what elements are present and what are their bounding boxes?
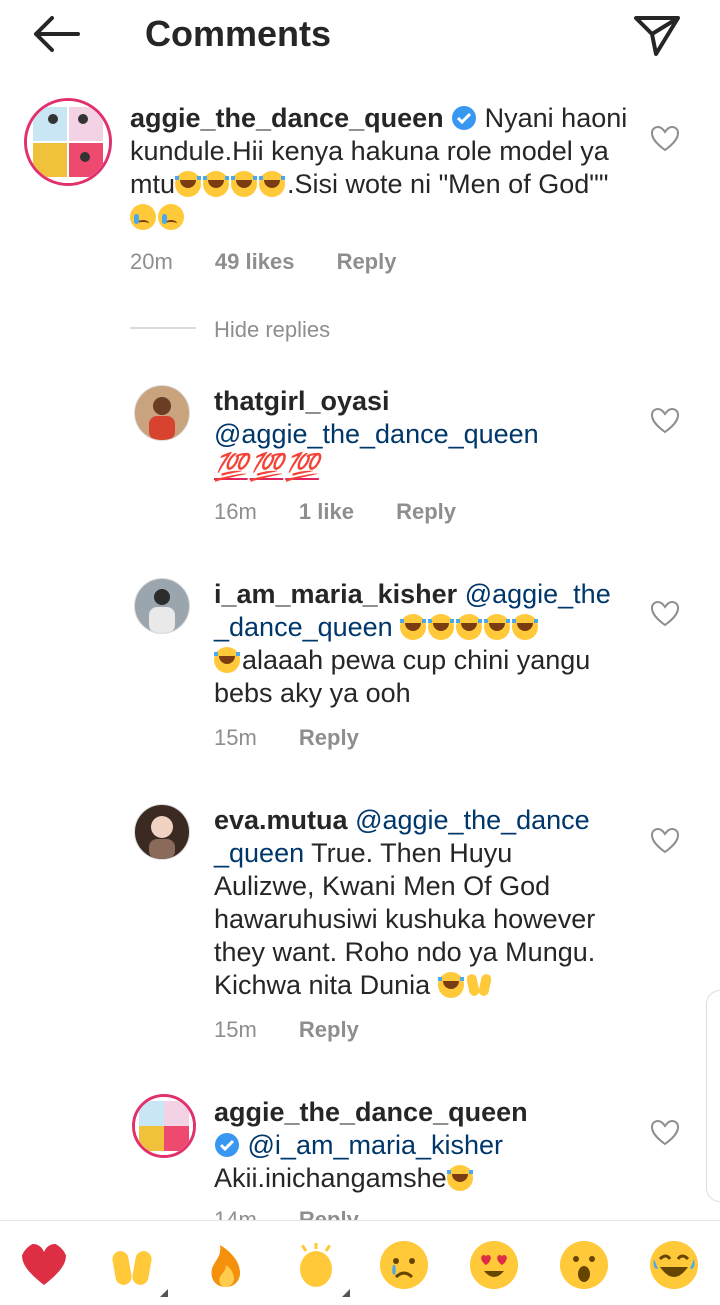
reply-time: 15m — [214, 1017, 257, 1042]
heart-emoji-icon[interactable] — [20, 1241, 68, 1289]
quick-reactions-bar — [0, 1220, 720, 1305]
reply-text: Kichwa nita Dunia — [214, 970, 438, 1000]
reply-time: 15m — [214, 725, 257, 750]
crying-emoji-icon — [158, 204, 184, 230]
more-indicator-icon — [342, 1289, 350, 1297]
verified-badge-icon — [215, 1133, 239, 1157]
heart-outline-icon[interactable] — [650, 599, 680, 629]
laugh-emoji-icon — [400, 614, 427, 640]
reply-text: True. Then Huyu — [304, 838, 513, 868]
reply-text: they want. Roho ndo ya Mungu. — [214, 937, 596, 967]
reply-body: thatgirl_oyasi @aggie_the_dance_queen 💯💯… — [214, 385, 634, 484]
reply-text: alaaah pewa cup chini yangu — [242, 645, 591, 675]
heart-eyes-emoji-icon[interactable] — [470, 1241, 518, 1289]
reply-meta: 16m 1 like Reply — [214, 498, 492, 526]
avatar[interactable] — [134, 804, 190, 860]
reply-button[interactable]: Reply — [337, 249, 397, 274]
reply-text: bebs aky ya ooh — [214, 678, 411, 708]
hide-replies-button[interactable]: Hide replies — [214, 316, 330, 344]
reply-username[interactable]: eva.mutua — [214, 805, 348, 835]
heart-outline-icon[interactable] — [650, 826, 680, 856]
avatar[interactable] — [134, 385, 190, 441]
heart-outline-icon[interactable] — [650, 406, 680, 436]
clapping-hands-emoji-icon[interactable] — [292, 1241, 340, 1289]
crying-face-emoji-icon[interactable] — [380, 1241, 428, 1289]
reply-body: i_am_maria_kisher @aggie_the _dance_quee… — [214, 578, 634, 710]
hundred-emoji-icon: 💯 — [214, 452, 248, 482]
like-count[interactable]: 1 like — [299, 499, 354, 524]
header-bar: Comments — [0, 0, 720, 68]
paper-plane-icon — [634, 16, 680, 56]
reply-emoji-line: 💯💯💯 — [214, 451, 634, 484]
comment-username[interactable]: aggie_the_dance_queen — [130, 103, 444, 133]
back-button[interactable] — [28, 12, 84, 56]
like-count[interactable]: 49 likes — [215, 249, 295, 274]
divider — [130, 327, 196, 329]
comment-time: 20m — [130, 249, 173, 274]
mention-link[interactable]: @aggie_the — [465, 579, 611, 609]
mention-link[interactable]: @i_am_maria_kisher — [248, 1130, 504, 1160]
hundred-emoji-icon: 💯 — [249, 452, 284, 482]
mention-link-cont[interactable]: _queen — [214, 838, 304, 868]
reply-button[interactable]: Reply — [299, 1017, 359, 1042]
hundred-emoji-icon: 💯 — [285, 452, 319, 482]
laugh-emoji-icon — [512, 614, 539, 640]
heart-outline-icon[interactable] — [650, 1118, 680, 1148]
laughing-face-emoji-icon[interactable] — [650, 1241, 698, 1289]
laugh-emoji-icon — [203, 171, 230, 197]
avatar[interactable] — [132, 1094, 196, 1158]
more-indicator-icon — [160, 1289, 168, 1297]
avatar[interactable] — [24, 98, 112, 186]
surprised-face-emoji-icon[interactable] — [560, 1241, 608, 1289]
raised-hands-emoji-icon[interactable] — [108, 1241, 156, 1289]
laugh-emoji-icon — [428, 614, 455, 640]
laugh-emoji-icon — [231, 171, 258, 197]
raised-hands-emoji-icon — [466, 972, 492, 998]
reply-body: eva.mutua @aggie_the_dance _queen True. … — [214, 804, 634, 1002]
avatar[interactable] — [134, 578, 190, 634]
comment-body: aggie_the_dance_queen Nyani haoni kundul… — [130, 102, 630, 234]
page-title: Comments — [145, 13, 332, 54]
comment-text-cont: .Sisi wote ni "Men of God"" — [287, 169, 609, 199]
reply-text: hawaruhusiwi kushuka however — [214, 904, 596, 934]
laugh-emoji-icon — [437, 972, 464, 998]
reply-time: 16m — [214, 499, 257, 524]
reply-username[interactable]: thatgirl_oyasi — [214, 385, 634, 418]
reply-meta: 15m Reply — [214, 724, 395, 752]
comment-meta: 20m 49 likes Reply — [130, 248, 432, 276]
reply-body: aggie_the_dance_queen @i_am_maria_kisher… — [214, 1096, 634, 1195]
heart-outline-icon[interactable] — [650, 124, 680, 154]
mention-link[interactable]: @aggie_the_dance — [355, 805, 590, 835]
fire-emoji-icon[interactable] — [202, 1241, 250, 1289]
reply-text: Akii.inichangamshe — [214, 1163, 447, 1193]
share-button[interactable] — [628, 10, 684, 58]
reply-username[interactable]: aggie_the_dance_queen — [214, 1096, 634, 1129]
scroll-handle[interactable] — [706, 990, 720, 1202]
reply-button[interactable]: Reply — [396, 499, 456, 524]
laugh-emoji-icon — [214, 647, 240, 673]
arrow-left-icon — [34, 16, 80, 52]
laugh-emoji-icon — [259, 171, 286, 197]
reply-text: Aulizwe, Kwani Men Of God — [214, 871, 551, 901]
laugh-emoji-icon — [484, 614, 511, 640]
verified-badge-icon — [452, 106, 477, 130]
reply-username[interactable]: i_am_maria_kisher — [214, 579, 457, 609]
mention-link-cont[interactable]: _dance_queen — [214, 612, 393, 642]
laugh-emoji-icon — [446, 1165, 473, 1191]
laugh-emoji-icon — [456, 614, 483, 640]
reply-meta: 15m Reply — [214, 1016, 395, 1044]
mention-link[interactable]: @aggie_the_dance_queen — [214, 418, 634, 451]
crying-emoji-icon — [130, 204, 156, 230]
laugh-emoji-icon — [175, 171, 202, 197]
reply-button[interactable]: Reply — [299, 725, 359, 750]
